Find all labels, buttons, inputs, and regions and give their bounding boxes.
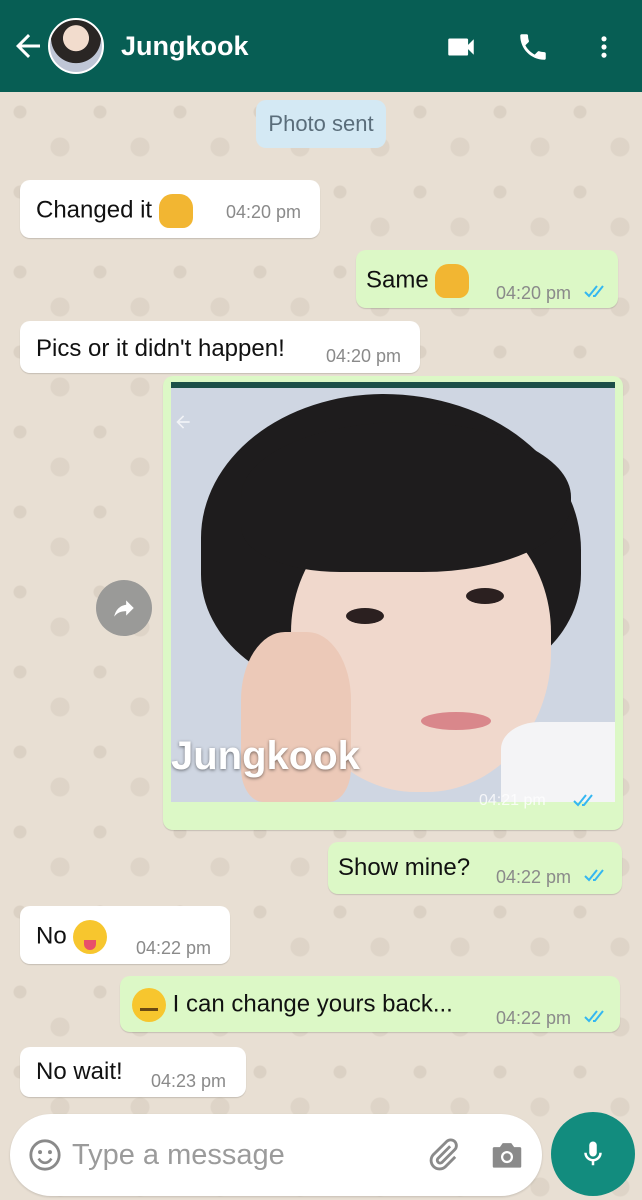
message-outgoing[interactable]: Same 04:20 pm bbox=[356, 250, 618, 308]
message-time: 04:20 pm bbox=[496, 283, 572, 303]
message-incoming[interactable]: No wait! 04:23 pm bbox=[20, 1047, 246, 1097]
thumbs-up-icon bbox=[158, 194, 193, 228]
message-text: Same bbox=[366, 266, 429, 294]
message-time: 04:22 pm bbox=[136, 938, 212, 958]
emoji-icon[interactable] bbox=[28, 1138, 62, 1172]
double-check-read-icon bbox=[584, 285, 604, 298]
paperclip-icon[interactable] bbox=[424, 1136, 462, 1174]
message-text: No bbox=[36, 922, 67, 950]
microphone-button[interactable] bbox=[551, 1112, 635, 1196]
message-time: 04:21 pm bbox=[479, 792, 546, 809]
back-arrow-icon bbox=[176, 415, 190, 429]
tongue-out-emoji-icon bbox=[73, 920, 108, 954]
photo-caption: Jungkook bbox=[171, 734, 360, 778]
double-check-read-icon bbox=[584, 1010, 604, 1023]
message-text: No wait! bbox=[36, 1058, 123, 1085]
expressionless-emoji-icon bbox=[132, 988, 166, 1022]
message-text: I can change yours back... bbox=[172, 990, 453, 1018]
message-composer bbox=[10, 1114, 542, 1196]
message-text: Pics or it didn't happen! bbox=[36, 335, 285, 362]
message-time: 04:22 pm bbox=[496, 867, 572, 887]
camera-icon[interactable] bbox=[488, 1136, 526, 1174]
more-vert-icon[interactable] bbox=[590, 30, 618, 64]
message-text: Show mine? bbox=[338, 854, 471, 881]
message-time: 04:23 pm bbox=[151, 1071, 227, 1091]
system-chip: Photo sent bbox=[256, 100, 386, 148]
message-text: Changed it bbox=[36, 196, 153, 224]
message-incoming[interactable]: No 04:22 pm bbox=[20, 906, 230, 964]
microphone-icon bbox=[584, 1141, 602, 1166]
double-check-read-icon bbox=[573, 794, 593, 807]
message-time: 04:20 pm bbox=[326, 346, 402, 366]
message-outgoing[interactable]: Show mine? 04:22 pm bbox=[328, 842, 622, 894]
video-call-icon[interactable] bbox=[444, 30, 478, 64]
thumbs-up-icon bbox=[435, 264, 470, 298]
forward-icon bbox=[114, 600, 134, 617]
chat-header: Jungkook bbox=[0, 0, 642, 92]
message-incoming[interactable]: Changed it 04:20 pm bbox=[20, 180, 320, 238]
photo-message[interactable]: Jungkook 04:21 pm bbox=[163, 376, 623, 830]
message-outgoing[interactable]: I can change yours back... 04:22 pm bbox=[120, 976, 620, 1032]
message-input[interactable] bbox=[72, 1134, 402, 1176]
back-arrow-icon[interactable] bbox=[10, 28, 46, 64]
message-time: 04:20 pm bbox=[226, 202, 302, 222]
forward-button[interactable] bbox=[96, 580, 152, 636]
contact-name[interactable]: Jungkook bbox=[121, 31, 249, 62]
message-time: 04:22 pm bbox=[496, 1008, 572, 1028]
contact-avatar[interactable] bbox=[48, 18, 104, 74]
chat-area[interactable]: Photo sent Changed it 04:20 pm Same 04:2… bbox=[0, 92, 642, 1200]
shared-photo[interactable]: Jungkook bbox=[171, 382, 615, 802]
message-incoming[interactable]: Pics or it didn't happen! 04:20 pm bbox=[20, 321, 420, 373]
phone-icon[interactable] bbox=[516, 30, 550, 64]
double-check-read-icon bbox=[584, 869, 604, 882]
